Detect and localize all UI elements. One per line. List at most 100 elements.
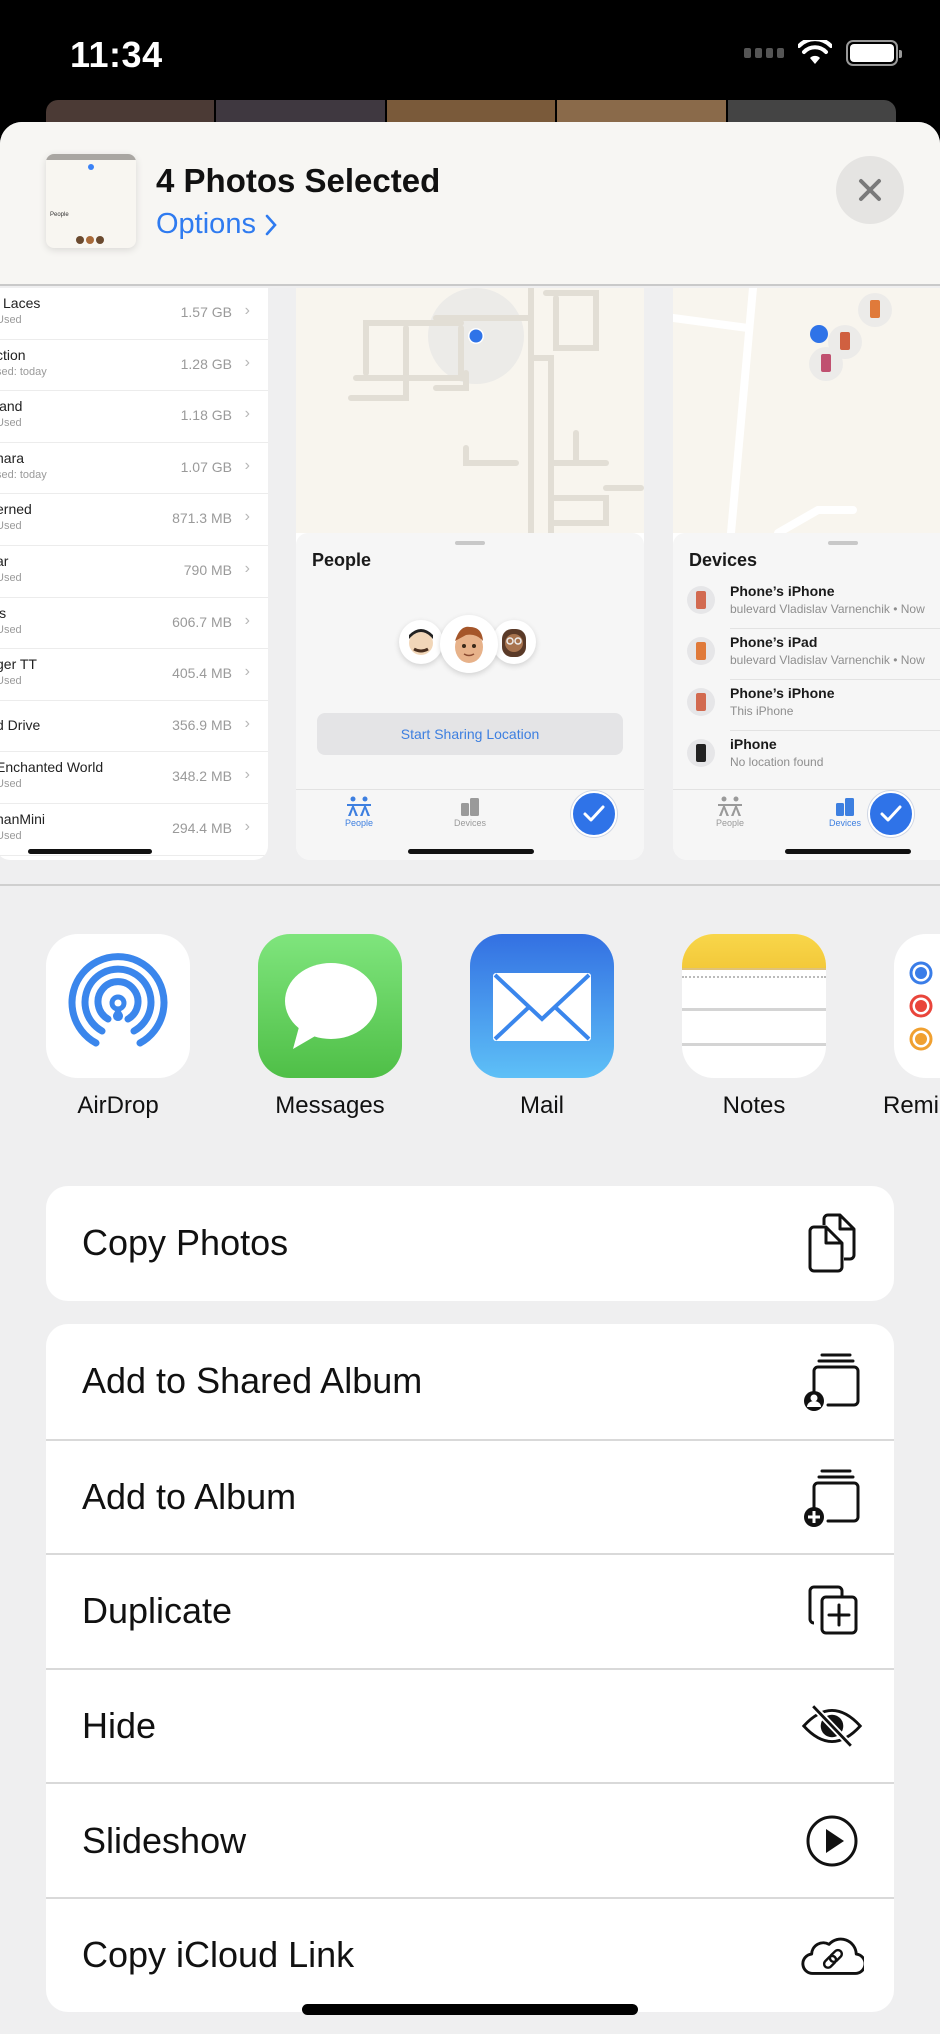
chevron-right-icon: › [244, 405, 250, 423]
chevron-right-icon: › [244, 559, 250, 577]
tab-label: Devices [453, 818, 486, 828]
chevron-right-icon: › [244, 508, 250, 526]
share-sheet-header: People 4 Photos Selected Options [0, 122, 940, 286]
eye-slash-icon [800, 1694, 864, 1758]
device-subtitle: bulevard Vladislav Varnenchik • Now [730, 602, 925, 616]
shared-album-icon [800, 1349, 864, 1413]
storage-list-item[interactable]: ger TT Used 405.4 MB › [0, 649, 268, 701]
tab-people[interactable]: People [329, 796, 389, 828]
selected-checkmark[interactable] [571, 791, 617, 837]
preview-find-my-people[interactable]: People Start Sharing Location People Dev… [296, 288, 644, 860]
tab-devices[interactable]: Devices [440, 796, 500, 828]
action-add-to-shared-album[interactable]: Add to Shared Album [46, 1324, 894, 1439]
storage-item-name: l Laces [0, 295, 41, 311]
storage-list-item[interactable]: d Drive 356.9 MB › [0, 701, 268, 753]
thumbnail-label: People [50, 212, 69, 218]
app-reminders[interactable]: Reminders [883, 934, 940, 1120]
storage-list-item[interactable]: l Laces Used 1.57 GB › [0, 288, 268, 340]
chevron-right-icon: › [244, 663, 250, 681]
close-button[interactable] [836, 156, 904, 224]
storage-item-name: nanMini [0, 810, 46, 827]
storage-item-subtitle: Used [0, 417, 22, 430]
storage-list-item[interactable]: nanMini Used 294.4 MB › [0, 804, 268, 856]
share-sheet: People 4 Photos Selected Options l Laces… [0, 122, 940, 2034]
tab-people[interactable]: People [700, 796, 760, 828]
mail-icon [470, 934, 614, 1078]
storage-item-size: 348.2 MB [172, 768, 232, 785]
action-slideshow[interactable]: Slideshow [46, 1782, 894, 1897]
app-mail[interactable]: Mail [469, 934, 615, 1120]
storage-item-subtitle: sed: today [0, 365, 47, 378]
chevron-right-icon: › [244, 611, 250, 629]
chevron-right-icon: › [244, 766, 250, 784]
tab-devices[interactable]: Devices [815, 796, 875, 828]
cellular-signal-icon [744, 48, 784, 58]
device-list-item[interactable]: iPhone No location found [673, 731, 940, 782]
storage-item-subtitle: Used [0, 571, 22, 584]
storage-item-size: 1.07 GB [180, 458, 232, 475]
action-hide[interactable]: Hide [46, 1667, 894, 1783]
device-subtitle: bulevard Vladislav Varnenchik • Now [730, 653, 925, 667]
people-icon [347, 796, 371, 816]
share-apps-row: AirDrop Messages Mail Notes Remi [0, 934, 940, 1134]
selected-checkmark[interactable] [868, 791, 914, 837]
storage-item-size: 790 MB [183, 561, 232, 578]
map-roads [348, 288, 644, 533]
storage-item-size: 1.18 GB [180, 407, 232, 424]
options-button[interactable]: Options [156, 208, 278, 241]
preview-find-my-devices[interactable]: Devices Phone’s iPhone bulevard Vladislav… [673, 288, 940, 860]
status-bar: 11:34 [0, 0, 940, 100]
storage-item-name: erned [0, 501, 32, 518]
storage-list-item[interactable]: nara sed: today 1.07 GB › [0, 443, 268, 495]
photo-preview-carousel[interactable]: l Laces Used 1.57 GB › ction sed: today 1.28 G… [0, 288, 940, 988]
app-messages[interactable]: Messages [257, 934, 403, 1120]
device-list-item[interactable]: Phone’s iPhone This iPhone [673, 680, 940, 731]
people-panel: People Start Sharing Location People Dev… [296, 533, 644, 860]
device-subtitle: This iPhone [730, 704, 794, 718]
chevron-right-icon: › [244, 456, 250, 474]
map-roads [673, 288, 892, 533]
device-list-item[interactable]: Phone’s iPad bulevard Vladislav Varnenchi… [673, 629, 940, 680]
storage-item-subtitle: Used [0, 520, 22, 533]
storage-item-size: 606.7 MB [172, 613, 232, 630]
app-label: Messages [275, 1092, 385, 1119]
primary-actions: Copy Photos [46, 1186, 894, 1301]
storage-item-size: 356.9 MB [172, 716, 232, 733]
storage-list-item[interactable]: ction sed: today 1.28 GB › [0, 340, 268, 392]
panel-grabber[interactable] [455, 541, 485, 545]
action-copy-icloud-link[interactable]: Copy iCloud Link [46, 1896, 894, 2012]
storage-item-size: 294.4 MB [172, 819, 232, 836]
devices-icon [836, 798, 854, 816]
home-indicator [302, 2004, 638, 2015]
duplicate-icon [800, 1579, 864, 1643]
preview-storage-list[interactable]: l Laces Used 1.57 GB › ction sed: today 1.28 G… [0, 288, 268, 860]
panel-grabber[interactable] [828, 541, 858, 545]
close-icon [859, 179, 881, 201]
home-indicator [28, 849, 152, 854]
action-add-to-album[interactable]: Add to Album [46, 1438, 894, 1554]
device-icon [687, 586, 715, 614]
storage-list-item[interactable]: ar Used 790 MB › [0, 546, 268, 598]
app-notes[interactable]: Notes [681, 934, 827, 1120]
panel-title: Devices [689, 550, 758, 570]
storage-list-item[interactable]: land Used 1.18 GB › [0, 391, 268, 443]
action-duplicate[interactable]: Duplicate [46, 1553, 894, 1668]
storage-list-item[interactable]: Enchanted World Used 348.2 MB › [0, 752, 268, 804]
storage-list-item[interactable]: ls Used 606.7 MB › [0, 598, 268, 650]
tab-label: Devices [828, 818, 861, 828]
airdrop-icon [46, 934, 190, 1078]
start-sharing-location-button[interactable]: Start Sharing Location [317, 713, 623, 755]
storage-list-item[interactable]: erned Used 871.3 MB › [0, 494, 268, 546]
device-list-item[interactable]: Phone’s iPhone bulevard Vladislav Varnenc… [673, 578, 940, 629]
action-label: Duplicate [82, 1590, 233, 1632]
panel-title: People [312, 550, 372, 570]
storage-item-name: Enchanted World [0, 759, 104, 776]
storage-item-name: land [0, 398, 23, 415]
device-icon [687, 739, 715, 767]
copy-icon [800, 1211, 864, 1275]
reminders-icon [894, 934, 940, 1078]
action-copy-photos[interactable]: Copy Photos [46, 1186, 894, 1301]
storage-item-name: ls [0, 604, 7, 621]
memoji-avatar [440, 615, 498, 673]
app-airdrop[interactable]: AirDrop [45, 934, 191, 1120]
